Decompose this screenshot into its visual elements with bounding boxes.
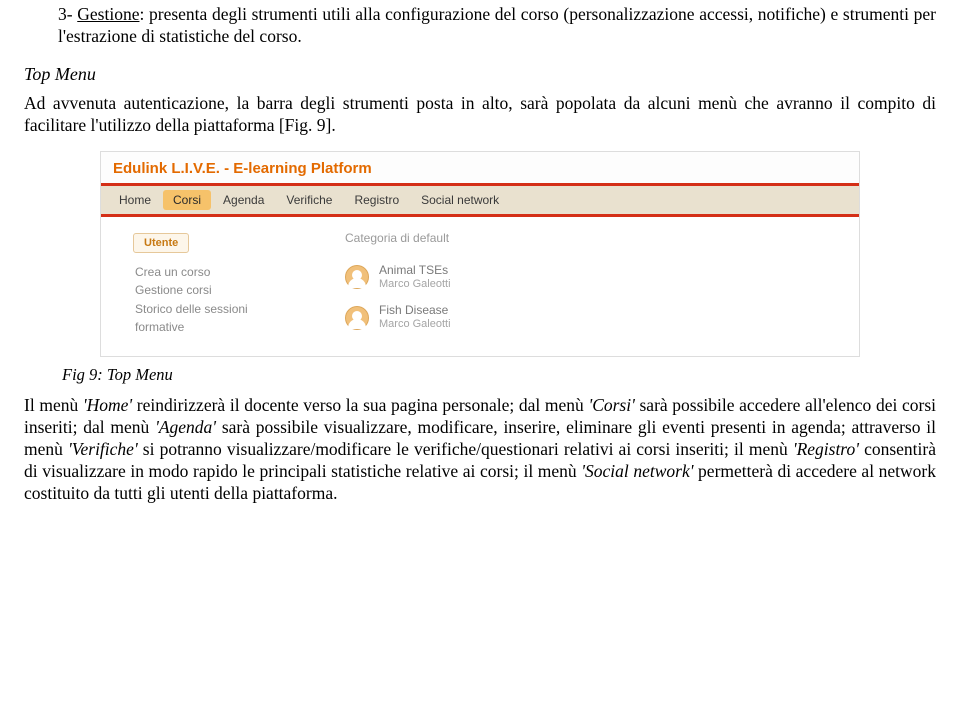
item-body: : presenta degli strumenti utili alla co… [58,4,936,46]
term-registro: 'Registro' [793,439,859,459]
menu-registro[interactable]: Registro [344,190,409,210]
section-heading: Top Menu [24,64,936,85]
course-author: Marco Galeotti [379,278,451,292]
term-social-network: 'Social network' [581,461,693,481]
course-text: Animal TSEs Marco Galeotti [379,263,451,292]
text: reindirizzerà il docente verso la sua pa… [132,395,588,415]
course-name: Fish Disease [379,303,451,318]
sidebar-item-formative[interactable]: formative [135,318,317,337]
main-panel: Categoria di default Animal TSEs Marco G… [341,231,847,339]
content-area: Utente Crea un corso Gestione corsi Stor… [101,217,859,357]
list-item-3: 3- Gestione: presenta degli strumenti ut… [24,4,936,48]
menu-verifiche[interactable]: Verifiche [276,190,342,210]
panel-heading: Categoria di default [341,231,847,257]
app-window: Edulink L.I.V.E. - E-learning Platform H… [100,151,860,358]
term-agenda: 'Agenda' [155,417,216,437]
course-text: Fish Disease Marco Galeotti [379,303,451,332]
sidebar-chip-utente[interactable]: Utente [133,233,189,253]
term-verifiche: 'Verifiche' [68,439,138,459]
course-row[interactable]: Animal TSEs Marco Galeotti [341,257,847,298]
sidebar: Utente Crea un corso Gestione corsi Stor… [127,231,317,339]
app-title: Edulink L.I.V.E. - E-learning Platform [101,152,859,183]
course-row[interactable]: Fish Disease Marco Galeotti [341,297,847,338]
course-author: Marco Galeotti [379,318,451,332]
sidebar-item-storico-sessioni[interactable]: Storico delle sessioni [135,300,317,319]
text: Il menù [24,395,83,415]
user-icon [345,265,369,289]
sidebar-list: Crea un corso Gestione corsi Storico del… [127,263,317,337]
document-page: 3- Gestione: presenta degli strumenti ut… [0,0,960,720]
item-number: 3- [58,4,77,24]
item-title: Gestione [77,4,139,24]
figure-caption: Fig 9: Top Menu [62,365,936,385]
menu-corsi[interactable]: Corsi [163,190,211,210]
sidebar-item-gestione-corsi[interactable]: Gestione corsi [135,281,317,300]
text: si potranno visualizzare/modificare le v… [138,439,793,459]
paragraph-body: Il menù 'Home' reindirizzerà il docente … [24,395,936,504]
menu-social-network[interactable]: Social network [411,190,509,210]
sidebar-item-crea-corso[interactable]: Crea un corso [135,263,317,282]
term-home: 'Home' [83,395,132,415]
term-corsi: 'Corsi' [588,395,634,415]
course-name: Animal TSEs [379,263,451,278]
figure-screenshot: Edulink L.I.V.E. - E-learning Platform H… [100,151,860,358]
menu-agenda[interactable]: Agenda [213,190,274,210]
top-menubar: Home Corsi Agenda Verifiche Registro Soc… [101,183,859,217]
user-icon [345,306,369,330]
paragraph-intro: Ad avvenuta autenticazione, la barra deg… [24,93,936,137]
menu-home[interactable]: Home [109,190,161,210]
